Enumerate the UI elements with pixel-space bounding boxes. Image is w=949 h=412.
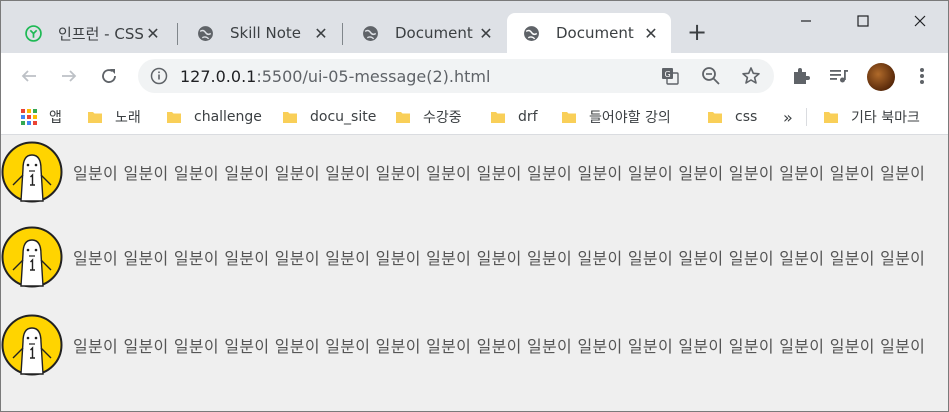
tab-label: 인프런 - CSS xyxy=(58,24,143,43)
bookmark-folder[interactable]: docu_site xyxy=(282,99,376,135)
apps-grid-icon xyxy=(21,109,37,125)
reload-button[interactable] xyxy=(97,64,121,88)
bookmark-label: drf xyxy=(518,109,538,125)
character-avatar-icon xyxy=(1,314,63,376)
new-tab-button[interactable]: + xyxy=(687,20,707,44)
profile-avatar[interactable] xyxy=(867,63,895,91)
queue-music-icon xyxy=(830,70,848,83)
globe-icon xyxy=(198,25,213,41)
close-icon[interactable]: ✕ xyxy=(641,23,661,43)
forward-button[interactable] xyxy=(57,64,81,88)
close-icon xyxy=(914,15,926,27)
tab-label: Document xyxy=(395,24,473,42)
maximize-button[interactable] xyxy=(843,9,883,33)
url-host: 127.0.0.1 xyxy=(180,66,257,86)
character-avatar-icon xyxy=(1,226,63,288)
bookmark-label: 노래 xyxy=(115,110,141,126)
svg-text:G: G xyxy=(665,70,671,79)
bookmark-label: challenge xyxy=(194,109,262,125)
bookmark-label: 수강중 xyxy=(423,110,462,126)
page-content: 일분이 일분이 일분이 일분이 일분이 일분이 일분이 일분이 일분이 일분이 … xyxy=(1,135,948,411)
folder-icon xyxy=(283,112,297,123)
folder-icon xyxy=(167,112,181,123)
url-text: 127.0.0.1:5500/ui-05-message(2).html xyxy=(180,67,490,86)
bookmarks-overflow-button[interactable]: » xyxy=(783,99,793,135)
bookmark-label: docu_site xyxy=(310,109,377,125)
media-control-button[interactable] xyxy=(828,65,850,87)
folder-icon xyxy=(708,112,722,123)
bookmark-apps[interactable]: 앱 xyxy=(21,99,62,135)
message-text: 일분이 일분이 일분이 일분이 일분이 일분이 일분이 일분이 일분이 일분이 … xyxy=(73,164,926,183)
menu-button[interactable] xyxy=(911,65,933,87)
arrow-right-icon xyxy=(62,70,77,82)
back-button[interactable] xyxy=(17,64,41,88)
folder-icon xyxy=(491,112,505,123)
bookmark-label: 기타 북마크 xyxy=(851,110,920,126)
bookmark-folder[interactable]: challenge xyxy=(166,99,262,135)
maximize-icon xyxy=(857,15,869,27)
tab-document[interactable]: Document ✕ xyxy=(338,13,506,53)
folder-icon xyxy=(824,112,838,123)
browser-window: 인프런 - CSS ✕ Skill Note ✕ Document ✕ Docu… xyxy=(0,0,949,412)
message-row: 일분이 일분이 일분이 일분이 일분이 일분이 일분이 일분이 일분이 일분이 … xyxy=(1,140,948,204)
folder-icon xyxy=(562,112,576,123)
bookmark-label: css xyxy=(735,109,758,125)
bookmark-folder[interactable]: 수강중 xyxy=(395,99,462,135)
bookmark-folder[interactable]: drf xyxy=(490,99,538,135)
tab-strip: 인프런 - CSS ✕ Skill Note ✕ Document ✕ Docu… xyxy=(1,1,948,53)
globe-icon xyxy=(524,25,539,41)
arrow-left-icon xyxy=(21,70,36,82)
bookmark-other[interactable]: 기타 북마크 xyxy=(823,99,920,135)
tab-document-active[interactable]: Document ✕ xyxy=(507,13,671,53)
folder-icon xyxy=(88,112,102,123)
minimize-icon xyxy=(801,20,811,22)
translate-button[interactable]: G xyxy=(660,66,680,86)
puzzle-icon xyxy=(794,68,810,84)
folder-icon xyxy=(396,112,410,123)
tab-label: Skill Note xyxy=(230,24,301,42)
message-text: 일분이 일분이 일분이 일분이 일분이 일분이 일분이 일분이 일분이 일분이 … xyxy=(73,337,926,356)
bookmark-label: 앱 xyxy=(49,110,62,126)
bookmark-star-button[interactable] xyxy=(741,66,761,86)
tab-skill-note[interactable]: Skill Note ✕ xyxy=(173,13,341,53)
info-icon[interactable] xyxy=(150,67,168,85)
url-path: :5500/ui-05-message(2).html xyxy=(256,66,491,86)
bookmark-label: 들어야할 강의 xyxy=(589,110,671,126)
translate-icon: G xyxy=(662,68,679,85)
character-avatar-icon xyxy=(1,141,63,203)
bookmarks-bar: 앱 노래 challenge docu_site 수강중 drf 들어야할 강의 xyxy=(1,99,948,135)
close-icon[interactable]: ✕ xyxy=(476,23,496,43)
more-vert-icon xyxy=(920,68,924,84)
zoom-button[interactable] xyxy=(701,66,721,86)
bookmark-folder[interactable]: 노래 xyxy=(87,99,141,135)
star-icon xyxy=(742,67,760,84)
message-row: 일분이 일분이 일분이 일분이 일분이 일분이 일분이 일분이 일분이 일분이 … xyxy=(1,313,948,377)
overflow-label: » xyxy=(783,107,793,127)
toolbar: 127.0.0.1:5500/ui-05-message(2).html G xyxy=(1,53,948,99)
minimize-button[interactable] xyxy=(786,9,826,33)
extensions-button[interactable] xyxy=(790,65,812,87)
zoom-out-icon xyxy=(702,67,720,85)
close-window-button[interactable] xyxy=(900,9,940,33)
tab-label: Document xyxy=(556,24,634,42)
close-icon[interactable]: ✕ xyxy=(311,23,331,43)
globe-icon xyxy=(363,25,378,41)
message-row: 일분이 일분이 일분이 일분이 일분이 일분이 일분이 일분이 일분이 일분이 … xyxy=(1,225,948,289)
tab-inflearn[interactable]: 인프런 - CSS ✕ xyxy=(1,13,173,53)
close-icon[interactable]: ✕ xyxy=(143,23,163,43)
bookmarks-separator xyxy=(806,108,807,126)
bookmark-folder[interactable]: css xyxy=(707,99,757,135)
reload-icon xyxy=(102,69,116,83)
inflearn-icon xyxy=(25,24,42,42)
bookmark-folder[interactable]: 들어야할 강의 xyxy=(561,99,671,135)
message-text: 일분이 일분이 일분이 일분이 일분이 일분이 일분이 일분이 일분이 일분이 … xyxy=(73,249,926,268)
